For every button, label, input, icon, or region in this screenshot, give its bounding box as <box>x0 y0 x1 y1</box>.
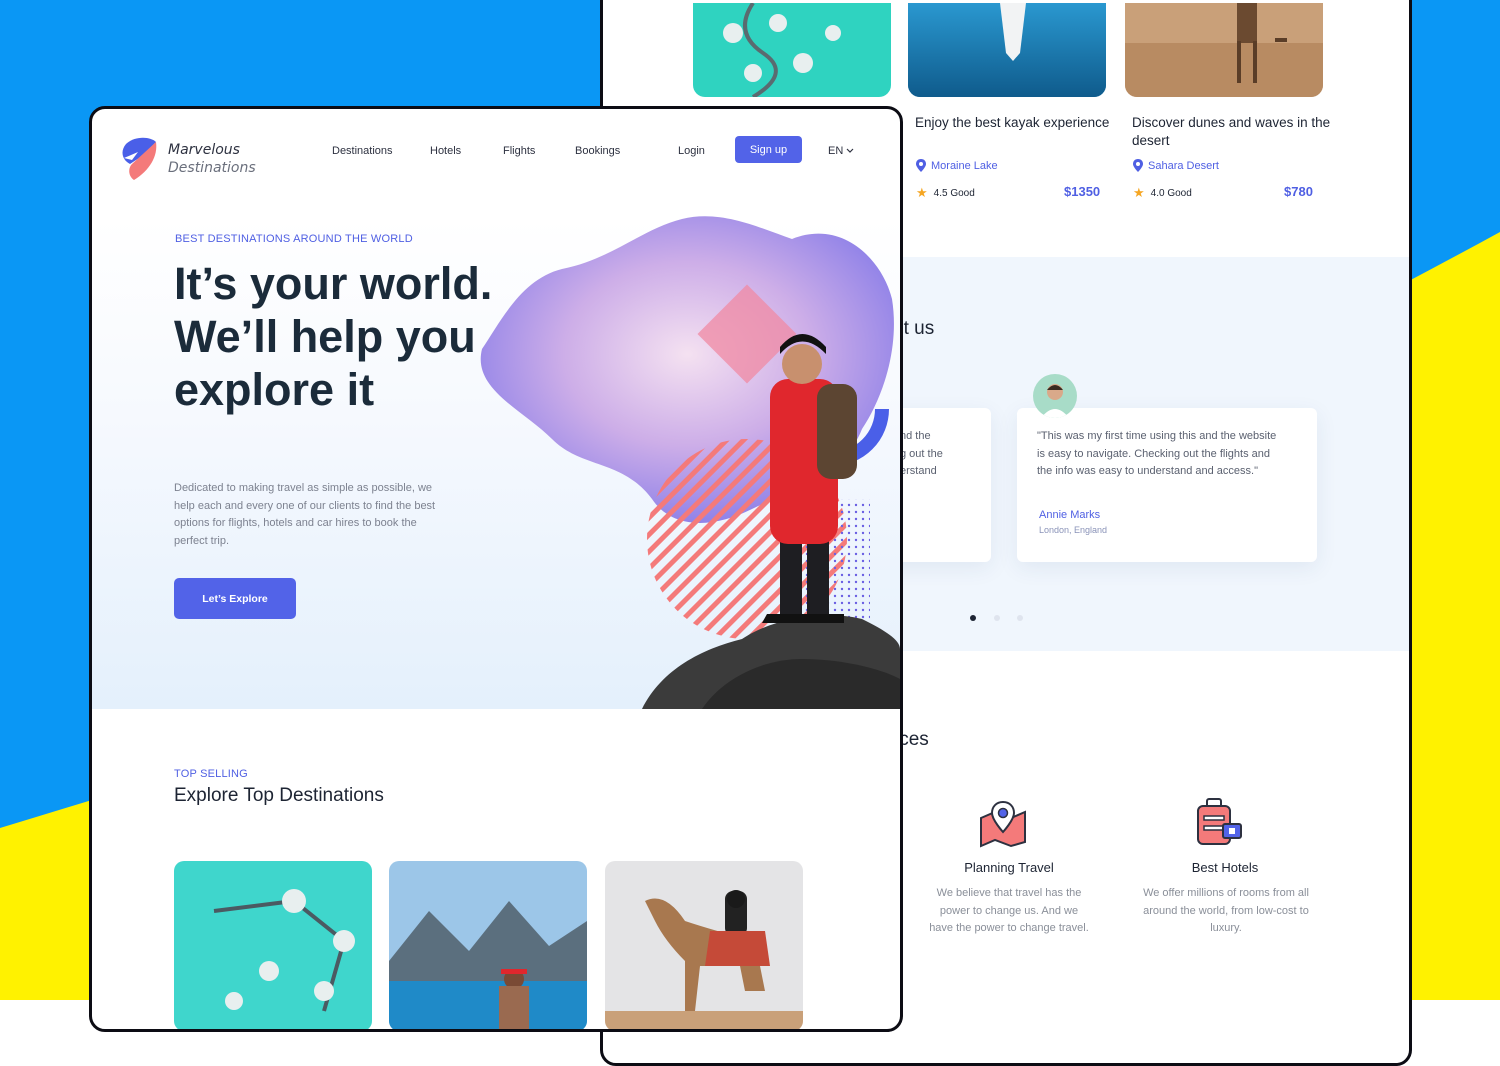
location-label: Sahara Desert <box>1148 159 1219 172</box>
card-title-kayak: Enjoy the best kayak experience <box>915 115 1110 130</box>
testimonial-card: "This was my first time using this and t… <box>1017 408 1317 562</box>
nav-destinations[interactable]: Destinations <box>332 145 393 157</box>
card-rating-desert: ★ 4.0 Good <box>1133 185 1192 201</box>
carousel-dot[interactable] <box>1017 615 1023 621</box>
service-title-hotels: Best Hotels <box>1191 860 1259 875</box>
logo-text[interactable]: Marvelous Destinations <box>168 141 256 177</box>
maldives-image <box>693 3 891 97</box>
carousel-dot-active[interactable] <box>970 615 976 621</box>
star-icon: ★ <box>916 185 928 200</box>
rating-label: 4.5 Good <box>933 187 975 199</box>
login-link[interactable]: Login <box>678 145 705 157</box>
lets-explore-button[interactable]: Let’s Explore <box>174 578 296 619</box>
kayak-image <box>908 3 1106 97</box>
top-selling-eyebrow: TOP SELLING <box>174 768 248 780</box>
carousel-dot[interactable] <box>994 615 1000 621</box>
avatar <box>1033 374 1077 418</box>
nav-bookings[interactable]: Bookings <box>575 145 620 157</box>
card-title-desert: Discover dunes and waves in the desert <box>1132 115 1331 148</box>
language-label: EN <box>828 145 844 157</box>
chevron-down-icon <box>846 148 854 153</box>
card-rating-kayak: ★ 4.5 Good <box>916 185 975 201</box>
front-page-window: Marvelous Destinations Destinations Hote… <box>89 106 903 1032</box>
service-text-planning: We believe that travel has the power to … <box>929 887 1089 934</box>
destination-card-maldives[interactable] <box>174 861 372 1029</box>
logo-line-1: Marvelous <box>168 142 240 158</box>
card-price-desert: $780 <box>1284 184 1313 199</box>
logo-icon[interactable] <box>120 136 158 182</box>
location-pin-icon <box>1133 159 1143 172</box>
card-price-kayak: $1350 <box>1064 184 1101 199</box>
testimonial-quote-partial: nd the g out the erstand <box>900 430 943 477</box>
logo-line-2: Destinations <box>168 160 256 176</box>
location-label: Moraine Lake <box>931 159 998 172</box>
star-icon: ★ <box>1133 185 1145 200</box>
hero-illustration <box>480 216 900 709</box>
nav-hotels[interactable]: Hotels <box>430 145 461 157</box>
desert-camel-image <box>1125 3 1323 97</box>
card-location-desert[interactable]: Sahara Desert <box>1133 159 1219 172</box>
hero-description: Dedicated to making travel as simple as … <box>174 482 436 548</box>
destination-card-desert-camel[interactable] <box>605 861 803 1029</box>
language-selector[interactable]: EN <box>828 145 854 157</box>
rating-label: 4.0 Good <box>1150 187 1192 199</box>
service-text-hotels: We offer millions of rooms from all arou… <box>1143 887 1309 934</box>
testimonial-quote: "This was my first time using this and t… <box>1037 430 1277 477</box>
hero-eyebrow: BEST DESTINATIONS AROUND THE WORLD <box>175 233 413 245</box>
location-pin-icon <box>916 159 926 172</box>
service-title-planning: Planning Travel <box>964 860 1054 875</box>
luggage-icon <box>1197 798 1242 845</box>
nav-flights[interactable]: Flights <box>503 145 535 157</box>
testimonial-location: London, England <box>1039 525 1108 535</box>
destination-card-mountain-lake[interactable] <box>389 861 587 1029</box>
top-destinations-title: Explore Top Destinations <box>174 785 384 806</box>
card-location-kayak[interactable]: Moraine Lake <box>916 159 998 172</box>
map-pin-icon <box>980 800 1026 848</box>
testimonial-name: Annie Marks <box>1039 509 1101 521</box>
signup-button[interactable]: Sign up <box>735 136 802 163</box>
